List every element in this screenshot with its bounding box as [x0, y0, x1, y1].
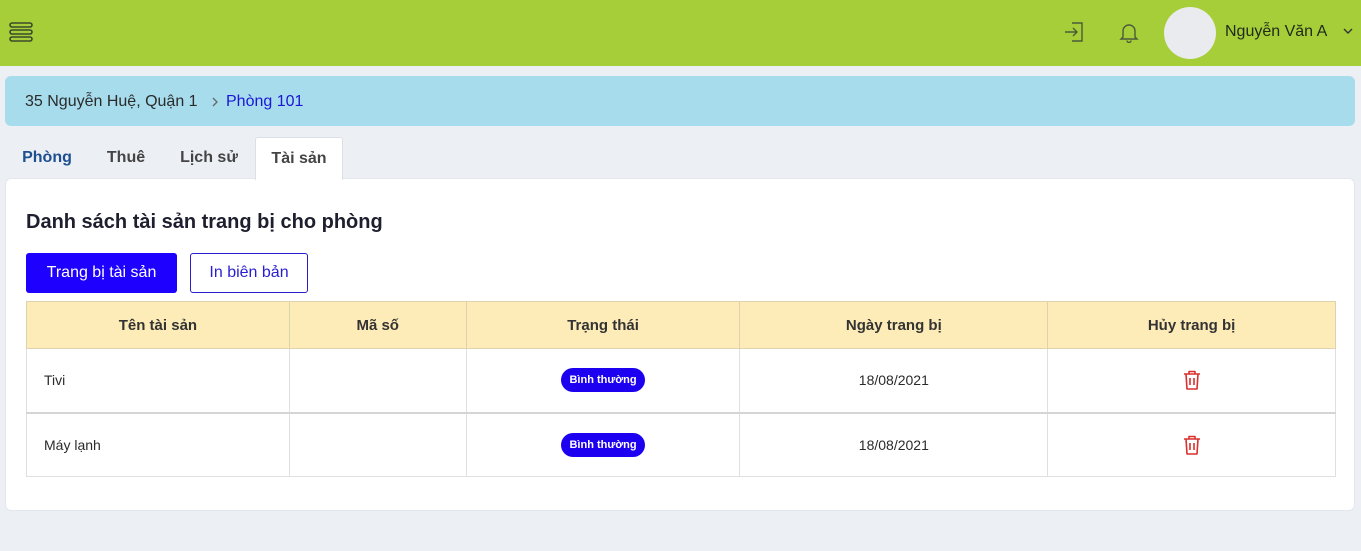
asset-name: Tivi: [26, 348, 290, 414]
user-name[interactable]: Nguyễn Văn A: [1225, 22, 1327, 42]
status-badge: Bình thường: [561, 368, 645, 393]
status-cell: Bình thường: [465, 348, 741, 414]
asset-date: 18/08/2021: [739, 348, 1049, 414]
table-header-row: Tên tài sản Mã số Trạng thái Ngày trang …: [26, 301, 1336, 349]
breadcrumb: 35 Nguyễn Huệ, Quận 1 Phòng 101: [5, 76, 1355, 126]
status-badge: Bình thường: [561, 432, 645, 457]
page-title: Danh sách tài sản trang bị cho phòng: [26, 211, 383, 233]
top-bar: Nguyễn Văn A: [0, 0, 1361, 66]
assets-table: Tên tài sản Mã số Trạng thái Ngày trang …: [26, 301, 1336, 477]
asset-code: [288, 412, 467, 477]
column-header-status[interactable]: Trạng thái: [465, 301, 741, 349]
tab-tai-san[interactable]: Tài sản: [255, 137, 343, 180]
column-header-code[interactable]: Mã số: [288, 301, 467, 349]
trash-icon[interactable]: [1182, 369, 1202, 391]
trash-icon[interactable]: [1182, 434, 1202, 456]
table-row: Tivi Bình thường 18/08/2021: [26, 348, 1336, 414]
column-header-remove: Hủy trang bị: [1047, 301, 1336, 349]
print-report-button[interactable]: In biên bản: [190, 253, 308, 293]
breadcrumb-item-room: Phòng 101: [226, 93, 304, 110]
column-header-date[interactable]: Ngày trang bị: [739, 301, 1049, 349]
asset-name: Máy lạnh: [26, 412, 290, 477]
bell-icon[interactable]: [1118, 21, 1140, 43]
breadcrumb-item-address[interactable]: 35 Nguyễn Huệ, Quận 1: [25, 92, 198, 112]
chevron-right-icon: [212, 97, 218, 107]
tab-phong[interactable]: Phòng: [10, 137, 84, 179]
remove-cell: [1047, 348, 1336, 414]
hamburger-icon[interactable]: [8, 20, 34, 44]
column-header-name[interactable]: Tên tài sản: [26, 301, 290, 349]
asset-date: 18/08/2021: [739, 412, 1049, 477]
sign-in-icon[interactable]: [1063, 21, 1085, 43]
tab-thue[interactable]: Thuê: [94, 137, 158, 179]
status-cell: Bình thường: [465, 412, 741, 477]
assets-card: Danh sách tài sản trang bị cho phòng Tra…: [5, 178, 1355, 511]
tab-lich-su[interactable]: Lịch sử: [168, 137, 250, 179]
add-asset-button[interactable]: Trang bị tài sản: [26, 253, 177, 293]
chevron-down-icon[interactable]: [1342, 26, 1354, 36]
avatar[interactable]: [1164, 7, 1216, 59]
table-row: Máy lạnh Bình thường 18/08/2021: [26, 412, 1336, 477]
remove-cell: [1047, 412, 1336, 477]
asset-code: [288, 348, 467, 414]
